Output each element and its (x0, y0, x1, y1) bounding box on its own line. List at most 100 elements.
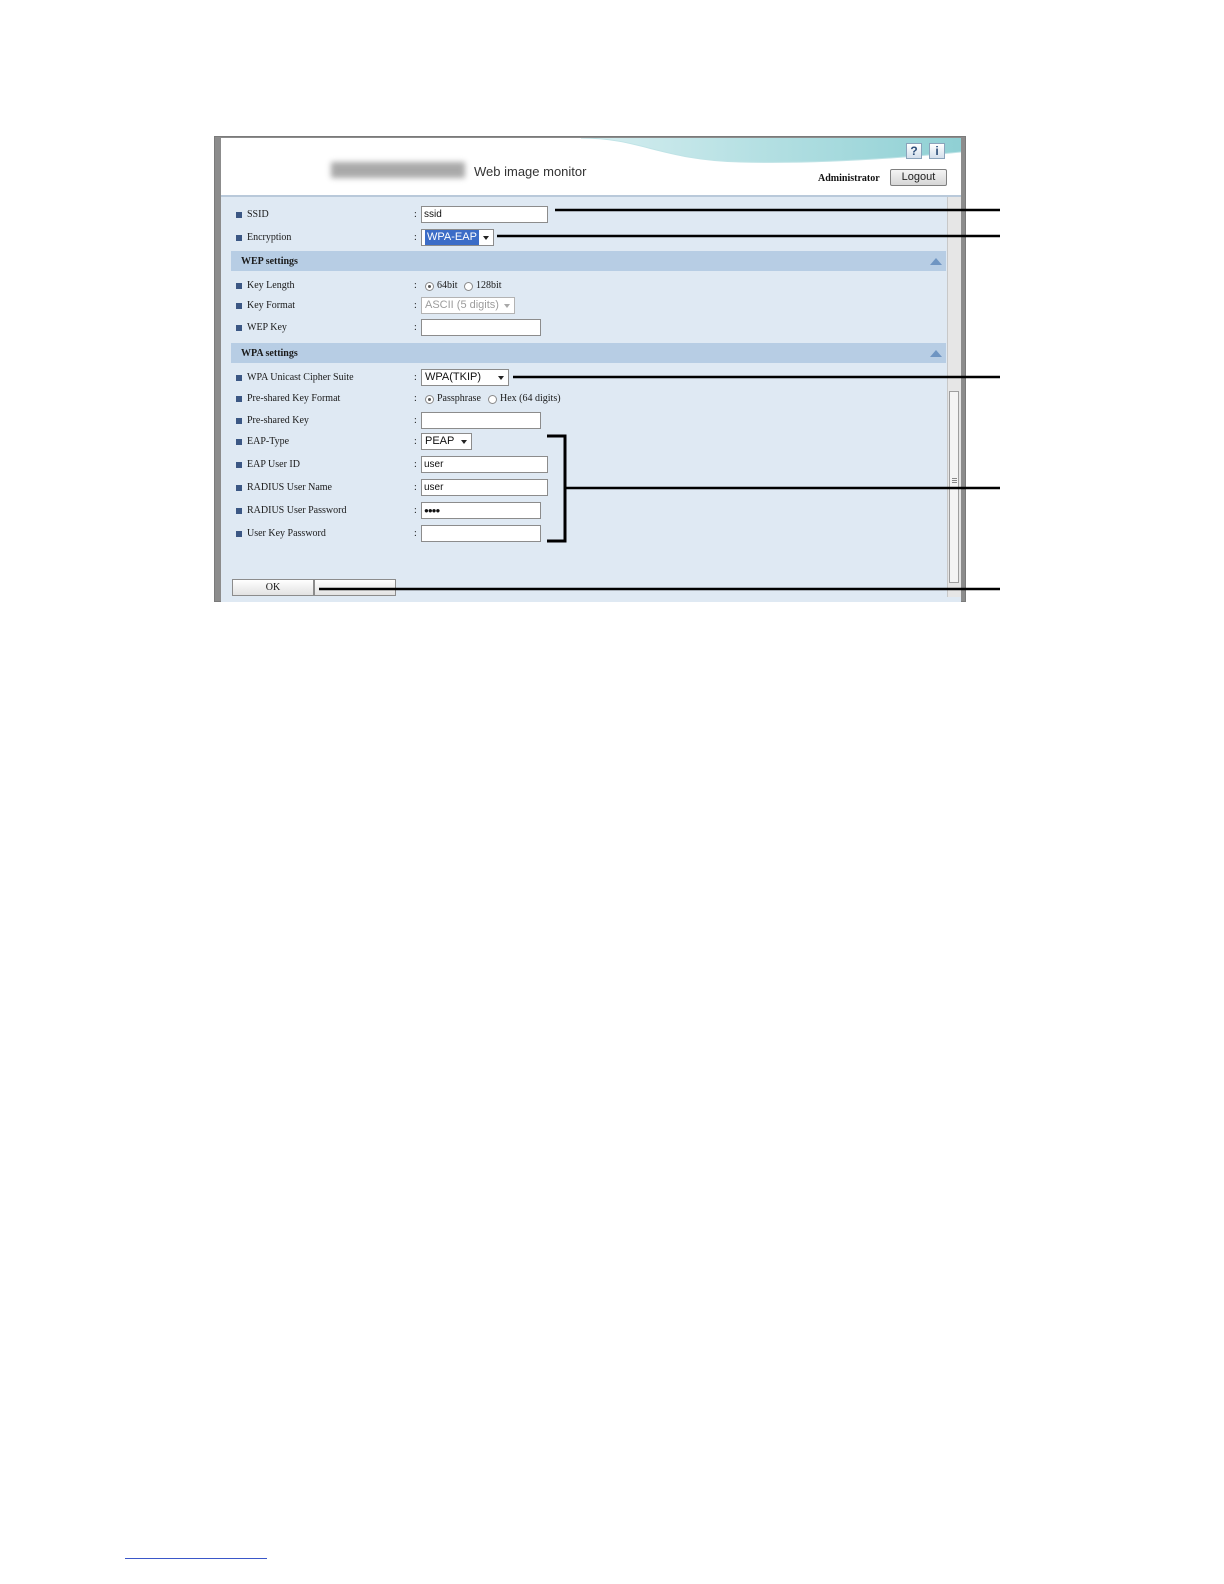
bullet-icon (236, 375, 242, 381)
collapse-icon[interactable] (930, 350, 942, 357)
footer-rule (125, 1558, 267, 1559)
key-format-select[interactable]: ASCII (5 digits) (421, 297, 515, 314)
dropdown-arrow-icon (498, 376, 504, 380)
colon: : (414, 280, 417, 291)
row-ssid: SSID : ssid (221, 205, 946, 225)
cipher-suite-value: WPA(TKIP) (425, 371, 482, 383)
logout-button[interactable]: Logout (890, 169, 947, 186)
colon: : (414, 482, 417, 493)
bullet-icon (236, 283, 242, 289)
vertical-scrollbar[interactable] (947, 197, 961, 597)
row-psk-format: Pre-shared Key Format : Passphrase Hex (… (221, 389, 946, 409)
psk-passphrase-label: Passphrase (437, 393, 481, 404)
row-wep-key: WEP Key : (221, 318, 946, 338)
bullet-icon (236, 485, 242, 491)
row-radius-user-name: RADIUS User Name : user (221, 478, 946, 498)
ssid-label: SSID (247, 209, 269, 220)
user-key-password-input[interactable] (421, 525, 541, 542)
row-user-key-password: User Key Password : (221, 524, 946, 544)
key-length-128-label: 128bit (476, 280, 502, 291)
row-key-length: Key Length : 64bit 128bit (221, 276, 946, 296)
header-bar: Web image monitor ? i Administrator Logo… (221, 138, 961, 197)
bullet-icon (236, 439, 242, 445)
radius-user-name-input[interactable]: user (421, 479, 548, 496)
psk-hex-label: Hex (64 digits) (500, 393, 561, 404)
colon: : (414, 209, 417, 220)
dropdown-arrow-icon (461, 440, 467, 444)
settings-form: SSID : ssid Encryption : WPA-EAP WEP set… (221, 197, 961, 602)
scroll-grip-icon (952, 478, 957, 479)
key-length-label: Key Length (247, 280, 295, 291)
bullet-icon (236, 396, 242, 402)
colon: : (414, 528, 417, 539)
wpa-settings-title: WPA settings (241, 348, 298, 359)
bullet-icon (236, 303, 242, 309)
bullet-icon (236, 325, 242, 331)
radius-user-password-label: RADIUS User Password (247, 505, 347, 516)
eap-user-id-label: EAP User ID (247, 459, 300, 470)
wep-key-input[interactable] (421, 319, 541, 336)
web-image-monitor-window: Web image monitor ? i Administrator Logo… (221, 138, 961, 602)
bullet-icon (236, 235, 242, 241)
row-encryption: Encryption : WPA-EAP (221, 228, 946, 248)
eap-type-value: PEAP (425, 435, 455, 447)
encryption-label: Encryption (247, 232, 292, 243)
section-wep-settings: WEP settings (231, 251, 946, 271)
colon: : (414, 436, 417, 447)
dropdown-arrow-icon (483, 236, 489, 240)
dropdown-arrow-icon (504, 304, 510, 308)
encryption-select[interactable]: WPA-EAP (421, 229, 494, 246)
colon: : (414, 415, 417, 426)
eap-type-label: EAP-Type (247, 436, 290, 447)
ok-button[interactable]: OK (232, 579, 314, 596)
bullet-icon (236, 418, 242, 424)
row-eap-type: EAP-Type : PEAP (221, 432, 946, 452)
colon: : (414, 232, 417, 243)
scrollbar-thumb[interactable] (949, 391, 959, 583)
row-eap-user-id: EAP User ID : user (221, 455, 946, 475)
row-psk: Pre-shared Key : (221, 411, 946, 431)
user-role: Administrator (818, 173, 880, 184)
cipher-suite-label: WPA Unicast Cipher Suite (247, 372, 354, 383)
row-radius-user-password: RADIUS User Password : ●●●● (221, 501, 946, 521)
bullet-icon (236, 531, 242, 537)
psk-label: Pre-shared Key (247, 415, 309, 426)
colon: : (414, 459, 417, 470)
psk-passphrase-radio[interactable] (425, 395, 434, 404)
bullet-icon (236, 508, 242, 514)
colon: : (414, 322, 417, 333)
bullet-icon (236, 212, 242, 218)
eap-user-id-input[interactable]: user (421, 456, 548, 473)
collapse-icon[interactable] (930, 258, 942, 265)
colon: : (414, 372, 417, 383)
wep-settings-title: WEP settings (241, 256, 298, 267)
radius-user-name-label: RADIUS User Name (247, 482, 332, 493)
psk-hex-radio[interactable] (488, 395, 497, 404)
cipher-suite-select[interactable]: WPA(TKIP) (421, 369, 509, 386)
bullet-icon (236, 462, 242, 468)
key-format-value: ASCII (5 digits) (425, 299, 499, 311)
app-title: Web image monitor (474, 164, 587, 179)
key-length-64-radio[interactable] (425, 282, 434, 291)
cancel-button[interactable] (314, 579, 396, 596)
encryption-value: WPA-EAP (425, 230, 479, 245)
product-name-blurred (331, 162, 465, 178)
wep-key-label: WEP Key (247, 322, 287, 333)
psk-format-label: Pre-shared Key Format (247, 393, 341, 404)
eap-type-select[interactable]: PEAP (421, 433, 472, 450)
psk-input[interactable] (421, 412, 541, 429)
colon: : (414, 505, 417, 516)
colon: : (414, 300, 417, 311)
row-cipher-suite: WPA Unicast Cipher Suite : WPA(TKIP) (221, 368, 946, 388)
radius-user-password-input[interactable]: ●●●● (421, 502, 541, 519)
colon: : (414, 393, 417, 404)
key-length-64-label: 64bit (437, 280, 458, 291)
ssid-input[interactable]: ssid (421, 206, 548, 223)
help-icon[interactable]: ? (906, 143, 922, 159)
row-key-format: Key Format : ASCII (5 digits) (221, 296, 946, 316)
user-key-password-label: User Key Password (247, 528, 326, 539)
info-icon[interactable]: i (929, 143, 945, 159)
key-format-label: Key Format (247, 300, 296, 311)
key-length-128-radio[interactable] (464, 282, 473, 291)
section-wpa-settings: WPA settings (231, 343, 946, 363)
